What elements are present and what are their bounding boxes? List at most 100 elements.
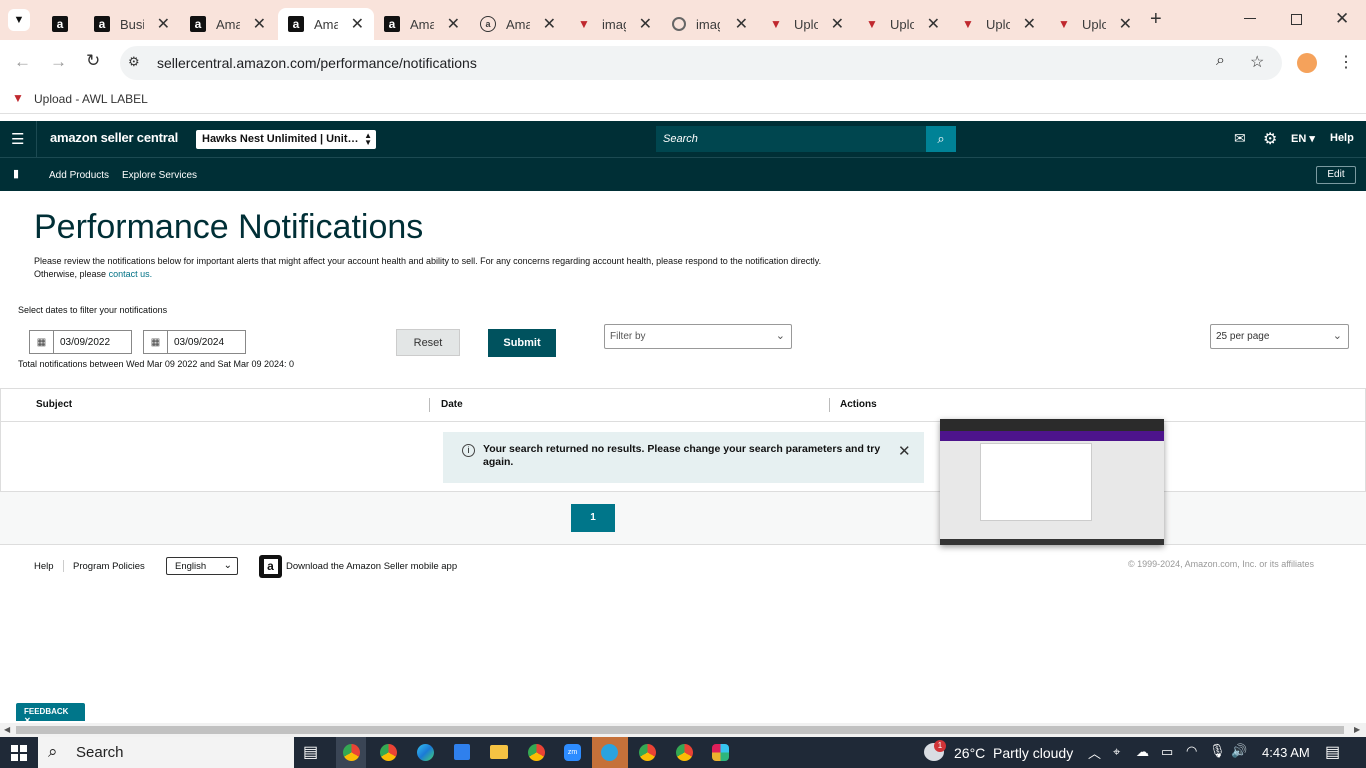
bookmark-star-icon[interactable]: ☆ [1250,52,1264,72]
browser-tab[interactable]: ▼ Uplo ✕ [1046,8,1142,40]
chrome-icon[interactable] [676,744,693,761]
nav-explore-services[interactable]: Explore Services [122,170,197,181]
browser-tab[interactable]: ▼ imag ✕ [566,8,662,40]
column-subject[interactable]: Subject [36,399,72,410]
windows-start-icon[interactable] [11,745,27,761]
zoom-app-icon[interactable]: zm [564,744,581,761]
close-tab-icon[interactable]: ✕ [157,14,170,34]
close-tab-icon[interactable]: ✕ [253,14,266,34]
close-tab-icon[interactable]: ✕ [351,14,364,34]
browser-tab[interactable]: imag ✕ [662,8,758,40]
wifi-icon[interactable]: ◠ [1186,743,1197,759]
battery-icon[interactable]: ▭ [1161,744,1173,760]
chrome-icon[interactable] [380,744,397,761]
reload-icon[interactable]: ↻ [86,51,100,71]
browser-tab[interactable]: a Ama ✕ [180,8,276,40]
amazon-seller-central-logo[interactable]: amazon seller central [50,130,178,145]
zoom-icon[interactable]: ⌕ [1216,52,1225,70]
url-text[interactable]: sellercentral.amazon.com/performance/not… [157,55,477,71]
minimize-icon[interactable] [1244,18,1256,19]
footer-help-link[interactable]: Help [34,561,54,572]
language-select[interactable]: English ⌄ [166,557,238,575]
browser-tab[interactable]: ▼ Uplo ✕ [854,8,950,40]
browser-tab-active[interactable]: a Ama ✕ [278,8,374,40]
close-tab-icon[interactable]: ✕ [1023,14,1036,34]
restore-icon[interactable] [1291,14,1302,25]
reset-button[interactable]: Reset [396,329,460,356]
nav-add-products[interactable]: Add Products [49,170,109,181]
date-from-field[interactable]: ▦ 03/09/2022 [29,330,132,354]
browser-tab[interactable]: a Ama ✕ [374,8,470,40]
chrome-icon[interactable] [639,744,656,761]
scrollbar-thumb[interactable] [16,726,1344,734]
scroll-left-arrow-icon[interactable]: ◀ [4,725,10,734]
scroll-right-arrow-icon[interactable]: ▶ [1354,725,1360,734]
volume-icon[interactable]: 🔊 [1231,743,1247,759]
submit-button[interactable]: Submit [488,329,556,357]
chrome-icon[interactable] [343,744,360,761]
bookmark-item[interactable]: Upload - AWL LABEL [34,92,148,106]
taskbar-search-box[interactable]: ⌕ Search [38,737,294,768]
browser-tab[interactable]: a Ama ✕ [470,8,566,40]
hamburger-menu-icon[interactable]: ☰ [11,130,24,148]
calendar-icon[interactable]: ▦ [30,331,54,353]
menu-dots-icon[interactable]: ⋮ [1338,52,1354,72]
telegram-icon[interactable] [601,744,618,761]
store-icon[interactable] [454,744,470,760]
tab-search-chevron-icon[interactable]: ▼ [8,9,30,31]
horizontal-scrollbar[interactable]: ◀ ▶ [0,723,1366,737]
feedback-button[interactable]: FEEDBACK ✕ [16,703,85,725]
download-app-link[interactable]: Download the Amazon Seller mobile app [286,561,457,572]
date-to-field[interactable]: ▦ 03/09/2024 [143,330,246,354]
close-tab-icon[interactable]: ✕ [1119,14,1132,34]
close-tab-icon[interactable]: ✕ [543,14,556,34]
filter-by-select[interactable]: Filter by ⌄ [604,324,792,349]
meet-now-icon[interactable]: ⌖ [1113,744,1120,760]
browser-tab[interactable]: ▼ Uplo ✕ [758,8,854,40]
omnibox[interactable]: ⚙ sellercentral.amazon.com/performance/n… [120,46,1282,80]
account-switcher[interactable]: Hawks Nest Unlimited | Unit… ▲ ▼ [196,130,376,149]
file-explorer-icon[interactable] [490,745,508,759]
profile-avatar[interactable] [1297,53,1317,73]
close-tab-icon[interactable]: ✕ [927,14,940,34]
close-tab-icon[interactable]: ✕ [831,14,844,34]
page-button-1[interactable]: 1 [571,504,615,532]
close-tab-icon[interactable]: ✕ [735,14,748,34]
clock-time[interactable]: 4:43 AM [1262,745,1310,760]
column-actions[interactable]: Actions [840,399,877,410]
weather-text[interactable]: 26°C Partly cloudy [954,745,1073,761]
slack-icon[interactable] [712,744,729,761]
picture-in-picture-thumbnail[interactable] [940,419,1164,545]
language-selector[interactable]: EN ▾ [1291,132,1315,145]
forward-icon[interactable]: → [50,52,67,72]
task-view-icon[interactable]: ▤ [303,742,318,762]
seller-search-input[interactable]: Search [656,126,926,152]
notification-center-icon[interactable]: ▤ [1325,742,1340,762]
browser-tab[interactable]: a Busi ✕ [84,8,180,40]
close-window-icon[interactable]: ✕ [1335,9,1349,29]
new-tab-icon[interactable]: + [1150,8,1162,31]
close-tab-icon[interactable]: ✕ [447,14,460,34]
microphone-icon[interactable]: 🎙 [1209,743,1226,759]
bookmark-icon[interactable]: ▮ [13,167,19,180]
help-link[interactable]: Help [1330,132,1354,144]
browser-tab[interactable]: ▼ Uplo ✕ [950,8,1046,40]
search-button[interactable]: ⌕ [926,126,956,152]
close-alert-icon[interactable]: ✕ [898,442,911,460]
column-date[interactable]: Date [441,399,463,410]
edge-icon[interactable] [417,744,434,761]
browser-tab[interactable]: a [42,8,82,40]
close-tab-icon[interactable]: ✕ [639,14,652,34]
chevron-up-icon[interactable]: ︿ [1088,743,1101,762]
edit-button[interactable]: Edit [1316,166,1356,184]
chrome-icon[interactable] [528,744,545,761]
contact-us-link[interactable]: contact us. [109,269,153,279]
mail-icon[interactable]: ✉ [1234,130,1246,147]
calendar-icon[interactable]: ▦ [144,331,168,353]
site-info-icon[interactable]: ⚙ [128,54,140,70]
per-page-select[interactable]: 25 per page ⌄ [1210,324,1349,349]
footer-program-policies-link[interactable]: Program Policies [73,561,145,572]
onedrive-icon[interactable]: ☁ [1136,744,1149,760]
back-icon[interactable]: ← [14,52,31,72]
gear-icon[interactable]: ⚙ [1263,129,1277,149]
